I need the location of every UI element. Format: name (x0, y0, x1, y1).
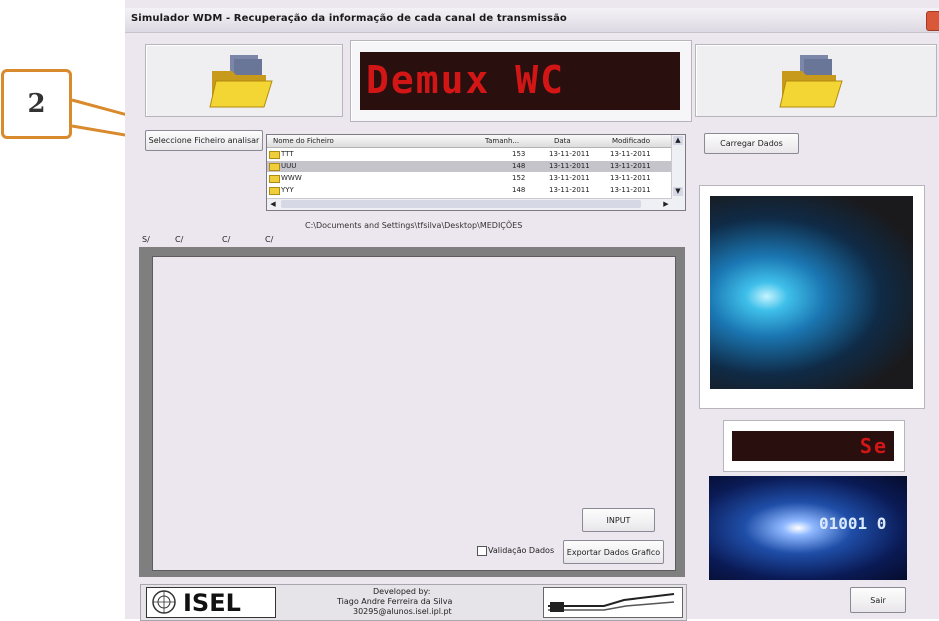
file-modified: 13-11-2011 (610, 174, 651, 182)
scroll-up-icon[interactable]: ▲ (673, 136, 683, 145)
file-size: 148 (512, 162, 526, 170)
folder-open-icon[interactable] (778, 53, 844, 109)
isel-logo-text: ISEL (183, 589, 241, 617)
scroll-thumb[interactable] (281, 200, 641, 208)
file-date: 13-11-2011 (549, 162, 590, 170)
column-header-date[interactable]: Data (554, 137, 571, 145)
scroll-right-icon[interactable]: ▶ (661, 200, 671, 209)
folder-icon (269, 163, 280, 171)
right-logo (543, 587, 683, 618)
binary-tunnel-image: 01001 0 (709, 476, 907, 580)
file-row[interactable]: WWW 152 13-11-2011 13-11-2011 (267, 173, 672, 184)
select-file-button[interactable]: Seleccione Ficheiro analisar (145, 130, 263, 151)
file-list-header: Nome do Ficheiro Tamanh... Data Modifica… (267, 135, 672, 148)
isel-logo: ISEL (146, 587, 276, 618)
file-size: 153 (512, 150, 526, 158)
file-path: C:\Documents and Settings\tfsilva\Deskto… (305, 221, 523, 230)
led-photo-frame (699, 185, 925, 409)
vertical-scrollbar[interactable]: ▲ ▼ (671, 135, 685, 210)
load-data-button[interactable]: Carregar Dados (704, 133, 799, 154)
led-display-frame: Demux WC (350, 40, 692, 122)
close-icon[interactable] (926, 11, 939, 31)
scroll-left-icon[interactable]: ◀ (268, 200, 278, 209)
led-photo (710, 196, 913, 389)
tab-s-bck[interactable]: S/ bck (142, 233, 156, 258)
folder-icon (269, 175, 280, 183)
led-display-text: Demux WC (366, 58, 566, 102)
tab-c-bck-r[interactable]: C/ bck R (175, 233, 189, 272)
tab-c-bck-b[interactable]: C/ bck B (265, 233, 279, 272)
fiber-logo-icon (548, 593, 675, 612)
file-list[interactable]: Nome do Ficheiro Tamanh... Data Modifica… (266, 134, 686, 211)
scroll-down-icon[interactable]: ▼ (673, 187, 683, 196)
validation-checkbox[interactable] (477, 546, 487, 556)
binary-text: 01001 0 (819, 514, 887, 533)
export-button[interactable]: Exportar Dados Grafico (563, 540, 664, 564)
validation-label: Validação Dados (488, 546, 555, 555)
tab-c-bck-g[interactable]: C/ bck G (222, 233, 236, 272)
footer: ISEL Developed by: Tiago Andre Ferreira … (140, 584, 687, 621)
author-name: Tiago Andre Ferreira da Silva (337, 597, 453, 606)
small-led-display: Se (732, 431, 894, 461)
file-modified: 13-11-2011 (610, 150, 651, 158)
title-bar: Simulador WDM - Recuperação da informaçã… (125, 8, 939, 33)
folder-panel-right (695, 44, 937, 117)
small-led-frame: Se (723, 420, 905, 472)
isel-emblem-icon (152, 590, 176, 614)
file-size: 152 (512, 174, 526, 182)
folder-open-icon[interactable] (208, 53, 274, 109)
file-row[interactable]: YYY 148 13-11-2011 13-11-2011 (267, 185, 672, 196)
folder-icon (269, 187, 280, 195)
file-name: UUU (281, 162, 297, 170)
column-header-size[interactable]: Tamanh... (485, 137, 519, 145)
file-row-selected[interactable]: UUU 148 13-11-2011 13-11-2011 (267, 161, 672, 172)
file-name: WWW (281, 174, 302, 182)
file-name: TTT (281, 150, 294, 158)
file-modified: 13-11-2011 (610, 186, 651, 194)
column-header-modified[interactable]: Modificado (612, 137, 650, 145)
file-date: 13-11-2011 (549, 150, 590, 158)
file-name: YYY (281, 186, 294, 194)
exit-button[interactable]: Sair (850, 587, 906, 613)
folder-panel-left (145, 44, 343, 117)
horizontal-scrollbar[interactable]: ◀ ▶ (267, 198, 672, 210)
input-button[interactable]: INPUT (582, 508, 655, 532)
author-email: 30295@alunos.isel.ipl.pt (353, 607, 452, 616)
file-row[interactable]: TTT 153 13-11-2011 13-11-2011 (267, 149, 672, 160)
file-date: 13-11-2011 (549, 174, 590, 182)
column-header-name[interactable]: Nome do Ficheiro (273, 137, 334, 145)
small-led-text: Se (859, 434, 888, 458)
file-size: 148 (512, 186, 526, 194)
led-display: Demux WC (360, 52, 680, 110)
window-title: Simulador WDM - Recuperação da informaçã… (131, 13, 567, 24)
folder-icon (269, 151, 280, 159)
file-modified: 13-11-2011 (610, 162, 651, 170)
developed-by-label: Developed by: (373, 587, 431, 596)
file-date: 13-11-2011 (549, 186, 590, 194)
